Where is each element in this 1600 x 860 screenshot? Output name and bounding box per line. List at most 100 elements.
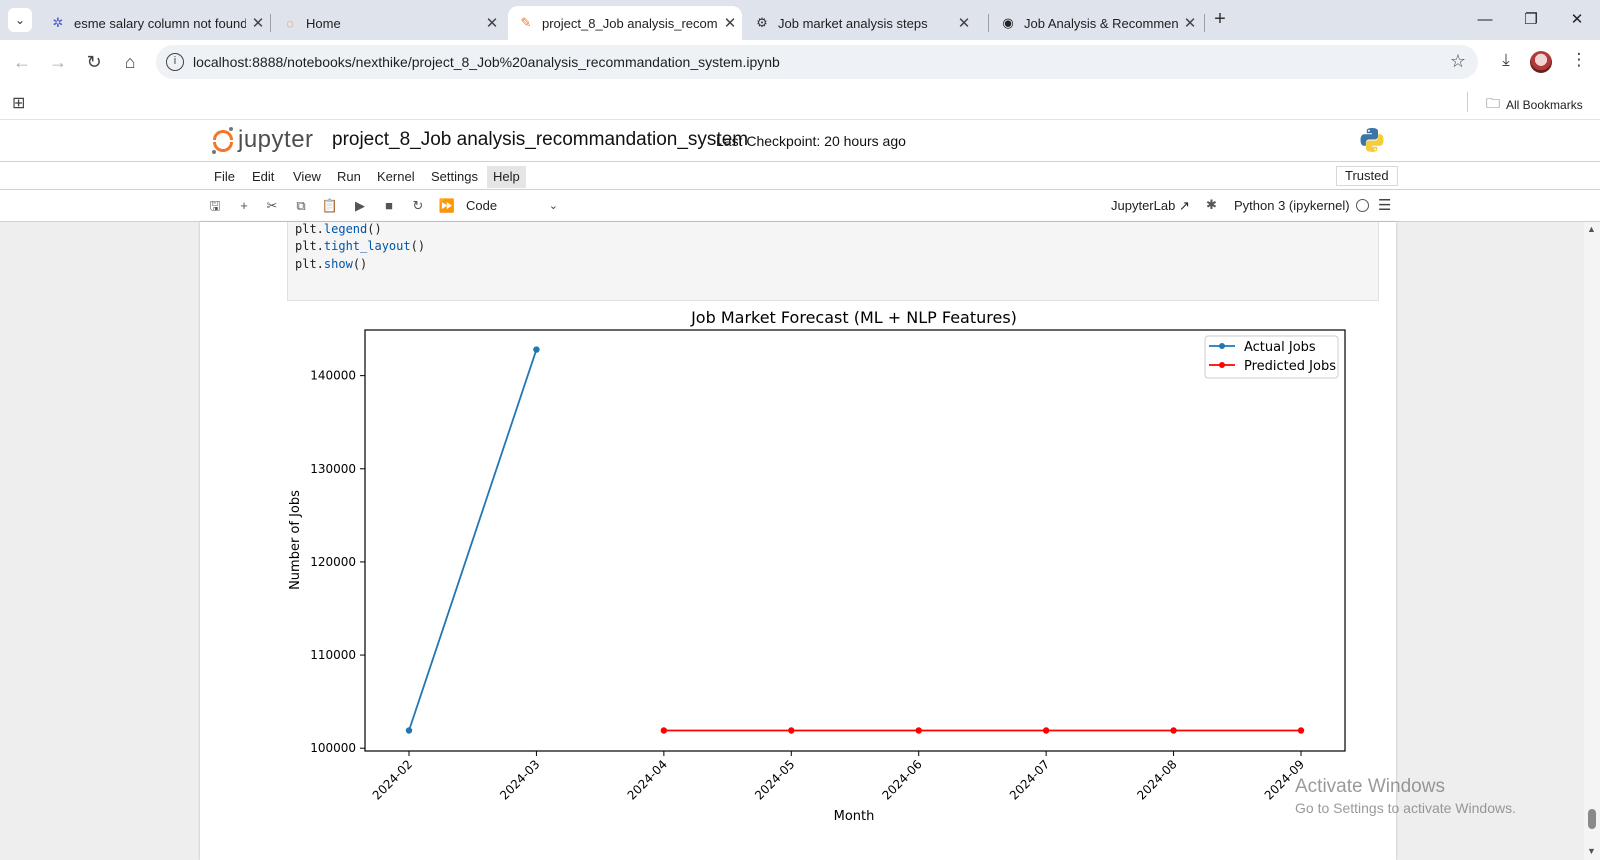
data-point-actual-jobs — [533, 346, 540, 353]
restart-icon[interactable]: ↻ — [409, 197, 427, 215]
tab-divider — [1204, 14, 1205, 32]
all-bookmarks-button[interactable]: 🗀 All Bookmarks — [1486, 93, 1583, 117]
run-icon[interactable]: ▶ — [351, 197, 369, 215]
trusted-indicator[interactable]: Trusted — [1336, 166, 1398, 186]
browser-menu-button[interactable]: ⋮ — [1566, 50, 1592, 74]
address-bar[interactable]: i localhost:8888/notebooks/nexthike/proj… — [156, 45, 1478, 79]
back-button[interactable]: ← — [10, 50, 34, 74]
data-point-predicted-jobs — [1170, 727, 1177, 734]
close-icon[interactable]: ✕ — [718, 14, 742, 32]
tab-esme-salary[interactable]: ✲ esme salary column not found ✕ — [40, 6, 270, 40]
watermark-line-1: Activate Windows — [1295, 776, 1445, 797]
data-point-predicted-jobs — [660, 727, 668, 734]
chart-title: Job Market Forecast (ML + NLP Features) — [690, 308, 1017, 327]
close-icon[interactable]: ✕ — [1178, 14, 1202, 32]
insert-cell-icon[interactable]: + — [235, 197, 253, 215]
bookmarks-bar: ⊞ 🗀 All Bookmarks — [0, 84, 1600, 120]
cell-type-dropdown[interactable]: Code ⌄ — [466, 195, 566, 217]
menu-run[interactable]: Run — [331, 166, 367, 188]
tab-home[interactable]: ◌ Home ✕ — [272, 6, 504, 40]
x-tick-label: 2024-06 — [879, 757, 924, 802]
menu-kernel[interactable]: Kernel — [371, 166, 421, 188]
kernel-name[interactable]: Python 3 (ipykernel) — [1234, 198, 1350, 213]
copy-icon[interactable]: ⧉ — [292, 197, 310, 215]
menu-settings[interactable]: Settings — [425, 166, 484, 188]
home-button[interactable]: ⌂ — [118, 50, 142, 74]
cut-icon[interactable]: ✂ — [263, 197, 281, 215]
hamburger-menu-icon[interactable]: ☰ — [1378, 196, 1391, 214]
tab-search-button[interactable]: ⌄ — [8, 8, 32, 32]
chevron-down-icon: ⌄ — [548, 200, 558, 212]
notebook-toolbar: 🖫 + ✂ ⧉ 📋 ▶ ■ ↻ ⏩ Code ⌄ JupyterLab ↗ ✱ … — [0, 190, 1600, 222]
restart-run-all-icon[interactable]: ⏩ — [438, 197, 456, 215]
code-cell-input[interactable]: plt.legend() plt.tight_layout() plt.show… — [287, 222, 1379, 301]
series-layer — [405, 346, 1305, 734]
jupyterlab-link[interactable]: JupyterLab ↗ — [1111, 198, 1190, 214]
menu-file[interactable]: File — [208, 166, 241, 188]
menu-help[interactable]: Help — [487, 166, 526, 188]
close-icon[interactable]: ✕ — [480, 14, 504, 32]
download-icon: ⤓ — [1502, 50, 1510, 69]
folder-icon: 🗀 — [1486, 95, 1500, 111]
minimize-icon: — — [1477, 11, 1493, 28]
chatgpt-icon: ⚙ — [756, 15, 768, 30]
debugger-icon[interactable]: ✱ — [1206, 197, 1217, 213]
save-icon[interactable]: 🖫 — [206, 197, 224, 215]
tab-title: esme salary column not found — [74, 15, 246, 31]
scrollbar-thumb[interactable] — [1588, 809, 1596, 829]
page-scrollbar[interactable]: ▲ ▼ — [1584, 222, 1600, 860]
jupyterlab-link-label: JupyterLab — [1111, 198, 1176, 213]
chart-legend: Actual Jobs Predicted Jobs — [1204, 335, 1339, 379]
close-icon[interactable]: ✕ — [246, 14, 270, 32]
x-tick-label: 2024-04 — [625, 757, 670, 802]
close-window-button[interactable]: ✕ — [1562, 8, 1592, 32]
y-axis-label: Number of Jobs — [288, 490, 303, 590]
all-bookmarks-label: All Bookmarks — [1506, 98, 1583, 112]
tab-title: project_8_Job analysis_recomm — [542, 15, 718, 31]
apps-grid-icon[interactable]: ⊞ — [12, 93, 25, 113]
tab-job-recommender[interactable]: ◉ Job Analysis & Recommender ✕ — [990, 6, 1202, 40]
watermark-line-2: Go to Settings to activate Windows. — [1295, 800, 1516, 816]
jupyter-logo-icon — [212, 127, 234, 154]
scroll-up-icon[interactable]: ▲ — [1587, 224, 1596, 234]
paste-icon[interactable]: 📋 — [321, 197, 339, 215]
home-icon: ⌂ — [124, 52, 136, 72]
notebook-title[interactable]: project_8_Job analysis_recommandation_sy… — [332, 129, 748, 151]
close-icon[interactable]: ✕ — [952, 14, 976, 32]
y-tick-label: 110000 — [310, 648, 356, 662]
y-axis: 100000 110000 120000 130000 140000 — [310, 369, 365, 755]
reload-button[interactable]: ↻ — [82, 50, 106, 74]
cell-type-value: Code — [466, 198, 498, 213]
jupyter-logo[interactable]: jupyter — [212, 126, 314, 154]
data-point-predicted-jobs — [1042, 727, 1050, 734]
chevron-down-icon: ⌄ — [14, 13, 26, 27]
kebab-menu-icon: ⋮ — [1570, 50, 1588, 69]
checkpoint-status: Last Checkpoint: 20 hours ago — [716, 133, 906, 149]
tab-divider — [988, 14, 989, 32]
python-logo-icon — [1360, 128, 1384, 152]
new-tab-button[interactable]: + — [1208, 8, 1232, 32]
data-point-predicted-jobs — [1297, 727, 1305, 734]
minimize-button[interactable]: — — [1470, 8, 1500, 32]
site-info-icon[interactable]: i — [166, 53, 184, 71]
downloads-button[interactable]: ⤓ — [1493, 50, 1519, 74]
data-point-predicted-jobs — [915, 727, 922, 734]
jupyter-menu-bar: File Edit View Run Kernel Settings Help … — [0, 162, 1600, 190]
jupyter-icon: ◌ — [286, 15, 294, 31]
scroll-down-icon[interactable]: ▼ — [1587, 846, 1596, 856]
stop-icon[interactable]: ■ — [380, 197, 398, 215]
url-text[interactable]: localhost:8888/notebooks/nexthike/projec… — [193, 54, 780, 70]
tab-project-notebook[interactable]: ✎ project_8_Job analysis_recomm ✕ — [508, 6, 742, 40]
close-icon: ✕ — [1570, 11, 1584, 28]
restore-icon: ❐ — [1524, 11, 1538, 28]
menu-view[interactable]: View — [287, 166, 327, 188]
legend-label-actual: Actual Jobs — [1244, 340, 1316, 355]
bookmark-star-icon[interactable]: ☆ — [1450, 51, 1466, 72]
notebook-icon: ✎ — [520, 15, 532, 30]
tab-job-market-steps[interactable]: ⚙ Job market analysis steps ✕ — [744, 6, 976, 40]
menu-edit[interactable]: Edit — [246, 166, 280, 188]
series-line-actual-jobs — [408, 349, 538, 731]
profile-avatar[interactable] — [1530, 51, 1552, 73]
forward-button[interactable]: → — [46, 50, 70, 74]
restore-button[interactable]: ❐ — [1516, 8, 1546, 32]
